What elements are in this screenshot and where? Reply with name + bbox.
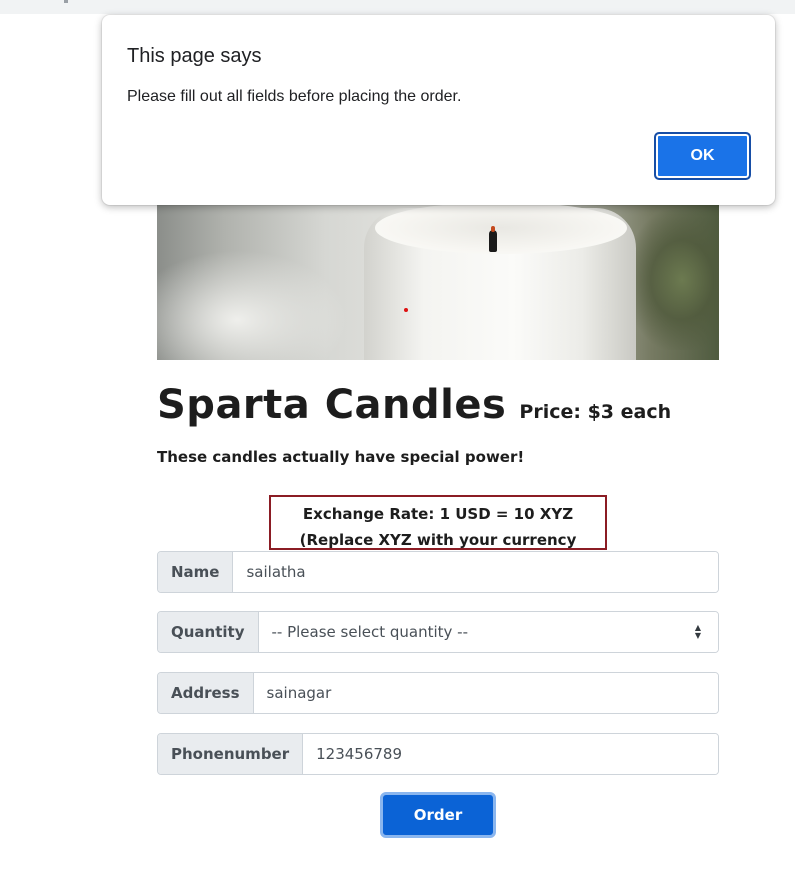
image-highlight	[157, 250, 347, 360]
cursor-dot	[404, 308, 408, 312]
phone-input-group: Phonenumber	[157, 733, 719, 775]
wick-ember	[491, 226, 495, 232]
updown-caret-icon: ▲ ▼	[694, 623, 701, 640]
candle-wick	[489, 230, 497, 252]
ok-button[interactable]: OK	[654, 132, 751, 180]
order-button[interactable]: Order	[380, 792, 496, 838]
phone-label: Phonenumber	[158, 734, 304, 774]
address-label: Address	[158, 673, 254, 713]
quantity-selected-value: -- Please select quantity --	[271, 623, 469, 641]
alert-dialog: This page says Please fill out all field…	[102, 15, 775, 205]
address-input-group: Address	[157, 672, 719, 714]
image-foliage	[627, 210, 719, 350]
product-tagline: These candles actually have special powe…	[157, 448, 525, 466]
page-title: Sparta Candles	[157, 382, 507, 428]
address-input[interactable]	[253, 673, 718, 713]
exchange-rate-note: Exchange Rate: 1 USD = 10 XYZ (Replace X…	[269, 495, 607, 575]
name-input[interactable]	[233, 552, 718, 592]
quantity-label: Quantity	[158, 612, 259, 652]
toolbar-fragment	[64, 0, 68, 3]
name-label: Name	[158, 552, 234, 592]
phone-input[interactable]	[303, 734, 718, 774]
candle-hero-image	[157, 190, 719, 360]
quantity-select[interactable]: -- Please select quantity -- ▲ ▼	[258, 612, 718, 652]
title-row: Sparta Candles Price: $3 each	[157, 382, 719, 428]
candle-top	[375, 202, 627, 254]
browser-toolbar-edge	[0, 0, 795, 14]
quantity-input-group: Quantity -- Please select quantity -- ▲ ▼	[157, 611, 719, 653]
dialog-title: This page says	[127, 45, 262, 67]
dialog-message: Please fill out all fields before placin…	[127, 88, 462, 105]
name-input-group: Name	[157, 551, 719, 593]
price-label: Price: $3 each	[519, 401, 672, 423]
